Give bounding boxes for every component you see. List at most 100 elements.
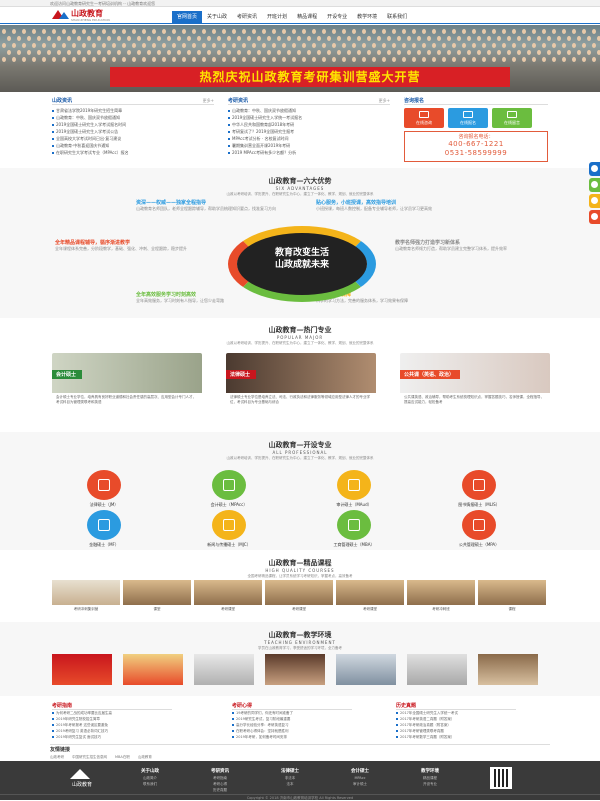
bullet-icon	[232, 730, 234, 732]
friend-link[interactable]: 山政教育	[138, 755, 152, 760]
environment-photo[interactable]	[478, 654, 538, 685]
person-head	[132, 29, 136, 34]
nav-plan[interactable]: 开班计划	[262, 11, 292, 23]
person-head	[342, 57, 346, 62]
guide-item[interactable]: 2019年研究生复试 面试技巧	[52, 734, 172, 740]
nav-about[interactable]: 关于山政	[202, 11, 232, 23]
major-card-public[interactable]: 公共课（英语、政治） 公共课英语、政治辅导，帮助考生系统梳理知识点，掌握答题技巧…	[400, 353, 550, 418]
major-item[interactable]: 金融硕士（MF）	[72, 510, 136, 548]
major-symbol-icon	[348, 479, 360, 491]
consult-title: 咨询报名	[404, 98, 425, 104]
major-item[interactable]: 工商管理硕士（MBA）	[322, 510, 386, 548]
phone-number-2[interactable]: 0531-58599999	[405, 149, 547, 158]
footer-logo[interactable]: 山政教育	[62, 769, 102, 789]
news1-item[interactable]: 山政教育·中秋喜迎国庆节通知	[52, 142, 214, 149]
course-item[interactable]: 考研冲刺集训营	[52, 580, 120, 615]
bullet-icon	[52, 124, 54, 126]
major-label: 新闻与传播硕士（MJC）	[207, 542, 251, 547]
side-button[interactable]	[589, 178, 600, 192]
exp-item[interactable]: 2019年考研，如何备考时间安排	[232, 734, 352, 740]
side-button[interactable]	[589, 194, 600, 208]
bullet-icon	[232, 736, 234, 738]
phone-number-1[interactable]: 400-667-1221	[405, 140, 547, 149]
news2-item[interactable]: 2019全国硕士研究生入学统一考试报名	[228, 114, 390, 121]
major-item[interactable]: 图书情报硕士（MLIS）	[447, 470, 511, 508]
bullet-icon	[52, 736, 54, 738]
person-head	[332, 57, 336, 62]
person-head	[427, 36, 431, 41]
news2-more-link[interactable]: 更多+	[379, 98, 390, 104]
person-head	[182, 43, 186, 48]
news1-item[interactable]: 山政教育：中秋、国庆双节放假通知	[52, 114, 214, 121]
news1-item-text: 山政教育：中秋、国庆双节放假通知	[56, 115, 120, 120]
person-head	[232, 43, 236, 48]
nav-environment[interactable]: 教学环境	[352, 11, 382, 23]
nav-news[interactable]: 考研资讯	[232, 11, 262, 23]
course-item[interactable]: 课程	[478, 580, 546, 615]
friend-link[interactable]: MBA在职	[115, 755, 130, 760]
exp-item-text: 高分学长经验分享：考研英语复习	[236, 723, 289, 727]
environment-photo[interactable]	[407, 654, 467, 685]
person-head	[482, 43, 486, 48]
environment-photo[interactable]	[265, 654, 325, 685]
news1-list: 甘肃省法学院2019年研究生招生简章 山政教育：中秋、国庆双节放假通知 2019全国…	[52, 107, 214, 156]
news2-item[interactable]: 山政教育：中秋、国庆双节放假通知	[228, 107, 390, 114]
message-button[interactable]: 在线留言	[492, 108, 532, 128]
person-head	[292, 43, 296, 48]
news2-item[interactable]: MPAcc考试分析 · 名校复试时间	[228, 135, 390, 142]
person-head	[417, 36, 421, 41]
environment-photo[interactable]	[194, 654, 254, 685]
major-item[interactable]: 会计硕士（MPAcc）	[197, 470, 261, 508]
course-item[interactable]: 考研课堂	[336, 580, 404, 615]
major-item[interactable]: 法律硕士（JM）	[72, 470, 136, 508]
footer-link[interactable]: 法本	[265, 781, 315, 787]
friend-link[interactable]: 山政考研	[50, 755, 64, 760]
online-consult-button[interactable]: 在线咨询	[404, 108, 444, 128]
course-item[interactable]: 考研冲刺班	[407, 580, 475, 615]
person-head	[507, 50, 511, 55]
course-item[interactable]: 考研课堂	[194, 580, 262, 615]
environment-photo[interactable]	[123, 654, 183, 685]
major-card-law[interactable]: 法律硕士 法律硕士专业学位是培养立法、司法、行政执法和法律服务等领域应用型法律人…	[226, 353, 376, 418]
hero-banner[interactable]: 热烈庆祝山政教育考研集训营盛大开营	[0, 25, 600, 92]
side-button[interactable]	[589, 210, 600, 224]
news1-item[interactable]: 2019全国硕士研究生入学考试报名时间	[52, 121, 214, 128]
past-item[interactable]: 2017年考研数学三真题（附答案）	[396, 734, 516, 740]
news2-item[interactable]: 暑期集训营全面开课2019年考研	[228, 142, 390, 149]
course-item[interactable]: 课堂	[123, 580, 191, 615]
footer-link[interactable]: 审计硕士	[335, 781, 385, 787]
news1-item[interactable]: 2019全国硕士研究生入学考试公告	[52, 128, 214, 135]
major-card-accounting[interactable]: 会计硕士 会计硕士专业学位，培养具有良好职业道德和社会责任感的高层次、应用型会计…	[52, 353, 202, 418]
course-photo	[265, 580, 333, 605]
nav-contact[interactable]: 联系我们	[382, 11, 412, 23]
news1-more-link[interactable]: 更多+	[203, 98, 214, 104]
news2-item[interactable]: 2019 MPAcc考研有多少名额？分析	[228, 149, 390, 156]
side-button[interactable]	[589, 162, 600, 176]
news1-item[interactable]: 全国高校大学考试时间已出·复习建议	[52, 135, 214, 142]
footer-link[interactable]: 开设专业	[405, 781, 455, 787]
advantage-5-desc: 全年高效服务，学习时刻有人指导，让您少走弯路	[136, 298, 224, 303]
person-head	[82, 43, 86, 48]
person-head	[392, 43, 396, 48]
environment-photo[interactable]	[52, 654, 112, 685]
footer-link[interactable]: 联系我们	[125, 781, 175, 787]
footer-link[interactable]: 历史真题	[195, 787, 245, 793]
news1-item[interactable]: 在职研究生大学考试专业（MPAcc）报名	[52, 149, 214, 156]
site-logo[interactable]: 山政教育 SHAN ZHENG EDUCATION	[52, 8, 116, 23]
friend-link[interactable]: 中国研究生招生信息网	[72, 755, 107, 760]
news2-item[interactable]: 中华人民共和国教育部2018年考研	[228, 121, 390, 128]
person-head	[112, 43, 116, 48]
online-signup-button[interactable]: 在线报名	[448, 108, 488, 128]
major-item[interactable]: 审计硕士（MAud）	[322, 470, 386, 508]
major-item[interactable]: 公共管理硕士（MPA）	[447, 510, 511, 548]
news1-item[interactable]: 甘肃省法学院2019年研究生招生简章	[52, 107, 214, 114]
person-head	[142, 57, 146, 62]
nav-majors[interactable]: 开设专业	[322, 11, 352, 23]
major-item[interactable]: 新闻与传播硕士（MJC）	[197, 510, 261, 548]
course-item[interactable]: 考研课堂	[265, 580, 333, 615]
person-head	[247, 36, 251, 41]
nav-home[interactable]: 官网首页	[172, 11, 203, 23]
environment-photo[interactable]	[336, 654, 396, 685]
nav-courses[interactable]: 精品课程	[292, 11, 322, 23]
news2-item[interactable]: 考研复试了？2019全国研究生报考	[228, 128, 390, 135]
